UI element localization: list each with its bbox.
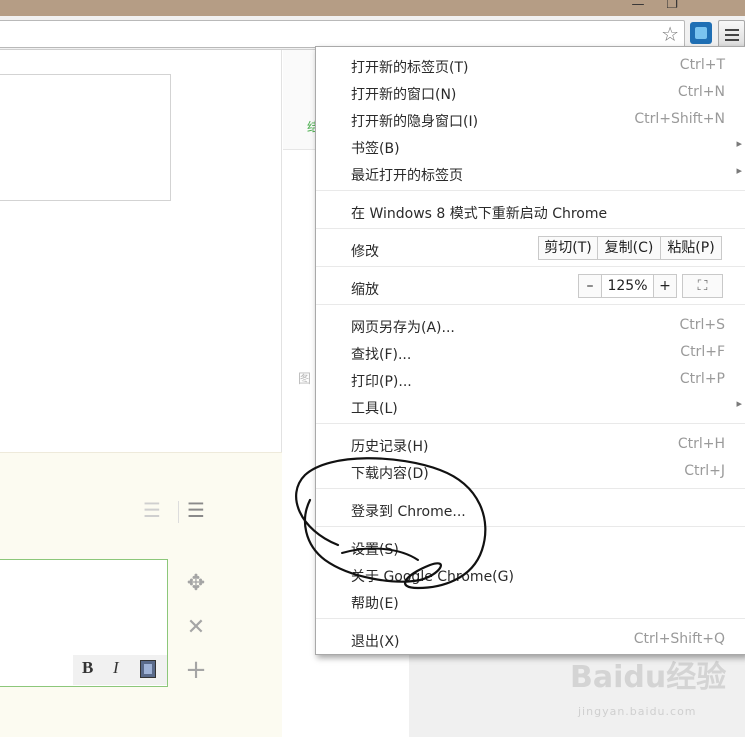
maximize-icon[interactable]: ❐ xyxy=(656,0,688,14)
unordered-list-icon[interactable]: ☰ xyxy=(187,498,205,522)
window-title-bar: — ❐ xyxy=(0,0,745,16)
menu-item-new-tab[interactable]: 打开新的标签页(T) Ctrl+T xyxy=(316,52,745,79)
menu-separator xyxy=(316,266,745,267)
menu-separator xyxy=(316,488,745,489)
move-icon[interactable]: ✥ xyxy=(183,571,209,596)
hamburger-icon xyxy=(725,29,739,31)
paste-button[interactable]: 粘贴(P) xyxy=(660,236,722,260)
menu-item-history[interactable]: 历史记录(H) Ctrl+H xyxy=(316,431,745,458)
ordered-list-icon[interactable]: ☰ xyxy=(143,498,161,522)
menu-item-new-window[interactable]: 打开新的窗口(N) Ctrl+N xyxy=(316,79,745,106)
copy-button[interactable]: 复制(C) xyxy=(597,236,661,260)
menu-separator xyxy=(316,423,745,424)
address-bar[interactable]: ☆ xyxy=(0,20,685,48)
baidu-watermark-url: jingyan.baidu.com xyxy=(578,705,697,718)
menu-item-bookmarks[interactable]: 书签(B) ▸ xyxy=(316,133,745,160)
menu-item-restart-win8[interactable]: 在 Windows 8 模式下重新启动 Chrome xyxy=(316,198,745,225)
chrome-menu-button[interactable] xyxy=(718,20,745,48)
cut-button[interactable]: 剪切(T) xyxy=(538,236,598,260)
menu-separator xyxy=(316,304,745,305)
menu-item-zoom: 缩放 – 125% + ⛶ xyxy=(316,271,745,303)
video-icon[interactable] xyxy=(140,660,156,678)
menu-item-help[interactable]: 帮助(E) xyxy=(316,588,745,615)
content-box xyxy=(0,74,171,201)
menu-item-exit[interactable]: 退出(X) Ctrl+Shift+Q xyxy=(316,626,745,653)
menu-item-sign-in[interactable]: 登录到 Chrome... xyxy=(316,496,745,523)
text-editor[interactable]: B I xyxy=(0,559,168,687)
menu-item-save-page[interactable]: 网页另存为(A)... Ctrl+S xyxy=(316,312,745,339)
menu-separator xyxy=(316,526,745,527)
menu-item-print[interactable]: 打印(P)... Ctrl+P xyxy=(316,366,745,393)
menu-item-edit: 修改 剪切(T) 复制(C) 粘贴(P) xyxy=(316,233,745,265)
menu-item-downloads[interactable]: 下载内容(D) Ctrl+J xyxy=(316,458,745,485)
add-icon[interactable]: + xyxy=(183,655,209,685)
delete-icon[interactable]: ✕ xyxy=(183,615,209,640)
menu-separator xyxy=(316,228,745,229)
menu-item-recent-tabs[interactable]: 最近打开的标签页 ▸ xyxy=(316,160,745,187)
image-label: 图 xyxy=(298,372,312,387)
italic-button[interactable]: I xyxy=(113,658,119,678)
submenu-arrow-icon: ▸ xyxy=(736,137,742,150)
menu-item-incognito[interactable]: 打开新的隐身窗口(I) Ctrl+Shift+N xyxy=(316,106,745,133)
bookmark-star-icon[interactable]: ☆ xyxy=(661,22,679,46)
page-content-left: ☰ ☰ ✥ ✕ + B I xyxy=(0,50,282,737)
submenu-arrow-icon: ▸ xyxy=(736,397,742,410)
menu-separator xyxy=(316,190,745,191)
chrome-menu: 打开新的标签页(T) Ctrl+T 打开新的窗口(N) Ctrl+N 打开新的隐… xyxy=(315,46,745,655)
minimize-icon[interactable]: — xyxy=(622,0,654,14)
menu-item-find[interactable]: 查找(F)... Ctrl+F xyxy=(316,339,745,366)
divider xyxy=(178,501,179,523)
fullscreen-icon[interactable]: ⛶ xyxy=(682,274,723,298)
menu-separator xyxy=(316,618,745,619)
zoom-out-button[interactable]: – xyxy=(578,274,602,298)
menu-item-settings[interactable]: 设置(S) xyxy=(316,534,745,561)
menu-item-tools[interactable]: 工具(L) ▸ xyxy=(316,393,745,420)
format-toolbar: B I xyxy=(73,655,167,685)
zoom-level: 125% xyxy=(601,274,654,298)
extension-icon[interactable] xyxy=(690,22,712,44)
browser-toolbar: ☆ xyxy=(0,16,745,50)
submenu-arrow-icon: ▸ xyxy=(736,164,742,177)
menu-item-about[interactable]: 关于 Google Chrome(G) xyxy=(316,561,745,588)
bold-button[interactable]: B xyxy=(82,658,93,678)
zoom-in-button[interactable]: + xyxy=(653,274,677,298)
